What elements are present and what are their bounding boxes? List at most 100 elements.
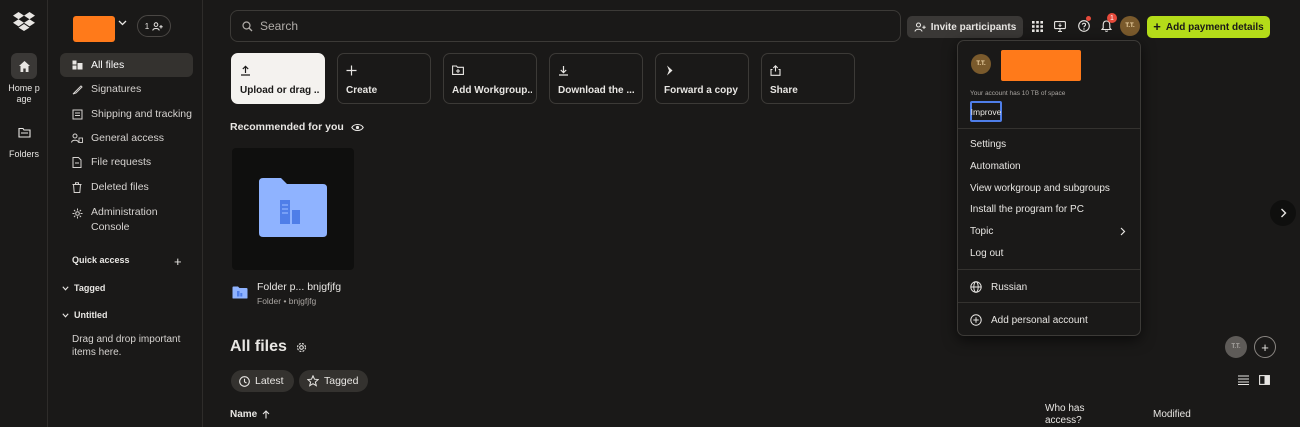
rail-home-label: Home p age — [8, 83, 40, 104]
improve-link[interactable]: Improve — [970, 101, 1002, 122]
recommended-item-thumbnail[interactable] — [232, 148, 354, 270]
rail-item-home[interactable]: Home p age — [0, 53, 48, 105]
language-label: Russian — [991, 281, 1028, 293]
sidebar-item-signatures[interactable]: Signatures — [60, 77, 193, 101]
menu-item-install-pc[interactable]: Install the program for PC — [970, 204, 1084, 215]
all-files-title: All files — [230, 338, 287, 355]
sort-arrow-up-icon — [262, 410, 270, 419]
column-header-access[interactable]: Who has access? — [1045, 403, 1105, 427]
owner-avatar[interactable]: T.T. — [1225, 336, 1247, 358]
dropbox-logo-icon[interactable] — [13, 12, 35, 31]
column-header-name[interactable]: Name — [230, 409, 270, 420]
search-input[interactable]: Search — [260, 19, 298, 33]
star-icon — [307, 375, 319, 387]
sidebar: 1 All files Signatures Shipping and trac… — [49, 0, 203, 427]
rail-folders-label: Folders — [8, 149, 39, 159]
menu-item-log-out[interactable]: Log out — [970, 248, 1003, 259]
menu-item-language[interactable]: Russian — [970, 281, 1027, 293]
tagged-section-toggle[interactable]: Tagged — [62, 283, 105, 293]
column-name-label: Name — [230, 409, 258, 420]
sidebar-item-shipping[interactable]: Shipping and tracking — [60, 102, 193, 126]
help-icon[interactable] — [1077, 19, 1091, 33]
chip-label: Tagged — [324, 375, 359, 387]
invite-label: Invite participants — [930, 21, 1017, 33]
upload-card[interactable]: Upload or drag ... — [231, 53, 325, 104]
sidebar-item-label: General access — [91, 132, 164, 144]
add-payment-details-button[interactable]: + Add payment details — [1147, 16, 1270, 38]
sidebar-item-label: Shipping and tracking — [91, 108, 192, 120]
workspace-name-redacted[interactable] — [73, 16, 115, 42]
tagged-heading: Tagged — [74, 283, 106, 293]
share-icon — [770, 65, 846, 76]
sidebar-item-label: All files — [91, 59, 125, 71]
sidebar-item-general-access[interactable]: General access — [60, 126, 193, 150]
sidebar-item-file-requests[interactable]: File requests — [60, 150, 193, 174]
menu-item-topic[interactable]: Topic — [970, 226, 993, 237]
apps-grid-icon[interactable] — [1030, 19, 1044, 33]
account-name-redacted — [1001, 50, 1081, 81]
team-count: 1 — [144, 21, 150, 31]
storage-space-text: Your account has 10 TB of space — [970, 90, 1066, 97]
quick-access-heading: Quick access — [72, 255, 130, 265]
list-view-icon[interactable] — [1238, 375, 1249, 385]
create-card[interactable]: Create — [337, 53, 431, 104]
search-bar[interactable]: Search — [230, 10, 901, 42]
add-quick-access-button[interactable]: + — [174, 254, 182, 269]
file-request-icon — [71, 156, 83, 168]
transfer-icon — [664, 65, 740, 76]
carousel-next-button[interactable] — [1270, 200, 1296, 226]
folder-icon — [232, 286, 248, 299]
rail-item-folders[interactable]: Folders — [0, 119, 48, 160]
sidebar-item-label: Administration Console — [91, 206, 158, 233]
menu-item-automation[interactable]: Automation — [970, 161, 1021, 172]
sidebar-item-deleted-files[interactable]: Deleted files — [60, 175, 193, 199]
add-person-icon — [914, 22, 926, 32]
menu-item-workgroup[interactable]: View workgroup and subgroups — [970, 183, 1110, 194]
chevron-down-icon — [62, 312, 69, 318]
sidebar-item-all-files[interactable]: All files — [60, 53, 193, 77]
left-rail: Home p age Folders — [0, 0, 48, 427]
desktop-app-icon[interactable] — [1053, 19, 1067, 33]
gear-icon[interactable] — [296, 342, 307, 353]
add-workgroup-card-label: Add Workgroup... — [452, 85, 532, 96]
invite-participants-button[interactable]: Invite participants — [907, 16, 1023, 38]
home-icon — [11, 53, 37, 79]
sidebar-item-admin-console[interactable]: Administration Console — [60, 203, 193, 237]
panel-toggle-icon[interactable] — [1259, 375, 1270, 385]
chevron-down-icon[interactable] — [118, 20, 127, 26]
all-files-heading: All files — [230, 338, 307, 356]
recommended-item-name[interactable]: Folder p... bnjgfjfg — [257, 281, 341, 293]
help-dot-indicator — [1086, 16, 1091, 21]
team-members-button[interactable]: 1 — [137, 15, 171, 37]
notification-badge: 1 — [1107, 13, 1117, 23]
menu-item-settings[interactable]: Settings — [970, 139, 1006, 150]
share-card[interactable]: Share — [761, 53, 855, 104]
plus-icon — [346, 65, 422, 76]
download-icon — [558, 65, 634, 76]
share-card-label: Share — [770, 85, 798, 96]
globe-icon — [970, 281, 982, 293]
shipping-icon — [71, 109, 83, 120]
column-header-modified[interactable]: Modified — [1153, 409, 1191, 420]
eye-icon[interactable] — [350, 123, 364, 132]
add-workgroup-card[interactable]: Add Workgroup... — [443, 53, 537, 104]
admin-icon — [71, 208, 83, 219]
download-card-label: Download the ... — [558, 85, 635, 96]
sidebar-item-label: File requests — [91, 156, 152, 168]
filter-chip-tagged[interactable]: Tagged — [299, 370, 369, 392]
add-member-button[interactable]: + — [1254, 336, 1276, 358]
filter-chip-latest[interactable]: Latest — [231, 370, 294, 392]
menu-avatar: T.T. — [971, 54, 991, 74]
untitled-section-toggle[interactable]: Untitled — [62, 310, 108, 320]
plus-circle-icon — [970, 314, 982, 326]
recommended-title: Recommended for you — [230, 121, 344, 133]
download-app-card[interactable]: Download the ... — [549, 53, 643, 104]
upload-icon — [240, 65, 316, 76]
account-avatar-button[interactable]: T.T. — [1120, 16, 1140, 36]
menu-item-add-account[interactable]: Add personal account — [970, 314, 1088, 326]
folder-thumbnail-icon — [257, 178, 329, 238]
plus-icon: + — [1153, 19, 1161, 34]
shared-icon — [71, 133, 83, 144]
signature-icon — [71, 84, 83, 95]
forward-copy-card[interactable]: Forward a copy — [655, 53, 749, 104]
